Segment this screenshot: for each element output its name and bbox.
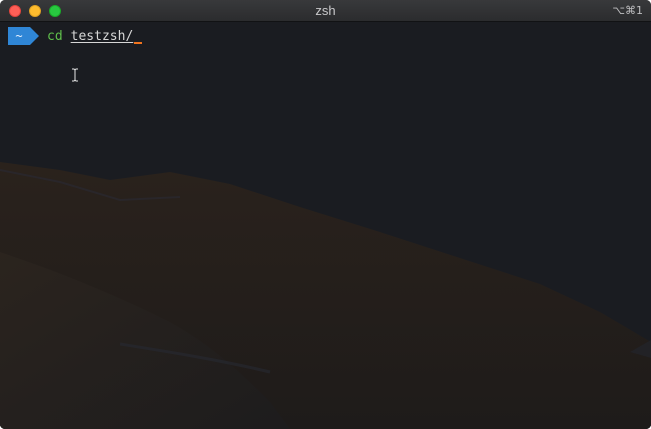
command-text: cd — [47, 28, 63, 44]
terminal-content[interactable]: ~ cd testzsh/ — [0, 22, 651, 429]
tab-shortcut: ⌥⌘1 — [612, 4, 643, 17]
desktop-wallpaper-background — [0, 22, 651, 429]
window-title: zsh — [315, 3, 336, 18]
prompt-line[interactable]: ~ cd testzsh/ — [8, 27, 143, 45]
terminal-window: zsh ⌥⌘1 ~ cd testzsh/ — [0, 0, 651, 429]
prompt-badge: ~ — [8, 27, 39, 45]
title-bar[interactable]: zsh ⌥⌘1 — [0, 0, 651, 22]
home-dir-symbol: ~ — [15, 29, 23, 43]
text-cursor — [134, 42, 143, 44]
command-argument: testzsh/ — [70, 28, 134, 44]
ibeam-cursor-icon — [72, 68, 78, 82]
